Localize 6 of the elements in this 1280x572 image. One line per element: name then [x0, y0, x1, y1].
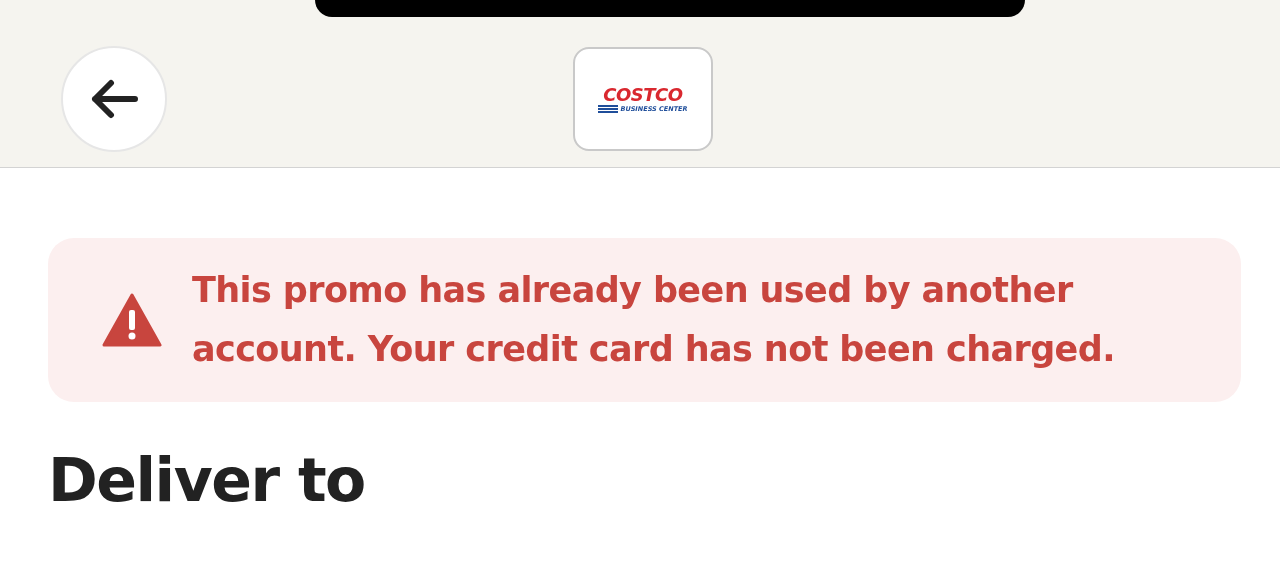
logo-title: COSTCO: [603, 85, 683, 104]
section-title: Deliver to: [48, 450, 366, 510]
alert-message: This promo has already been used by another account. Your credit card has not been charged.: [192, 269, 1116, 371]
back-arrow-icon: [89, 79, 139, 119]
warning-icon: [102, 293, 162, 347]
stripes-icon: [598, 104, 619, 113]
